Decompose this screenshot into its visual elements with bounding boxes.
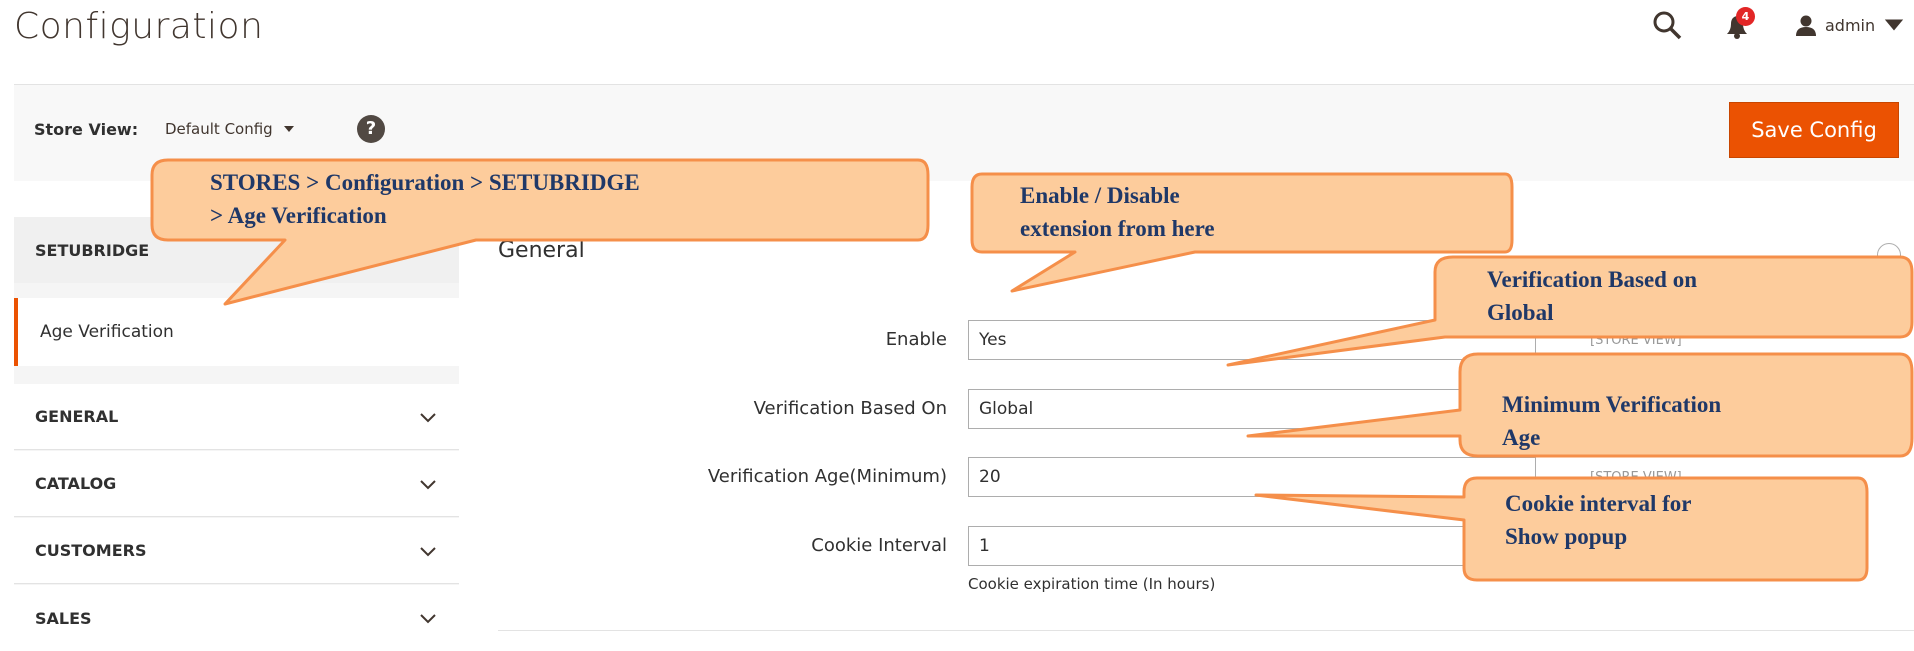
callout-cookie-line-2: Show popup	[1505, 524, 1628, 549]
callout-cookie-line-1: Cookie interval for	[1505, 491, 1692, 516]
callout-based-on-line-1: Verification Based on	[1487, 267, 1697, 292]
callout-min-age: Minimum Verification Age	[1502, 388, 1721, 454]
callout-min-age-line-2: Age	[1502, 425, 1541, 450]
callout-enable-line-2: extension from here	[1020, 216, 1215, 241]
callout-path-line-1: STORES > Configuration > SETUBRIDGE	[210, 170, 640, 195]
callout-cookie: Cookie interval for Show popup	[1505, 487, 1692, 553]
callout-enable-line-1: Enable / Disable	[1020, 183, 1180, 208]
callout-path: STORES > Configuration > SETUBRIDGE > Ag…	[210, 166, 640, 232]
callout-based-on: Verification Based on Global	[1487, 263, 1697, 329]
callout-based-on-line-2: Global	[1487, 300, 1554, 325]
callout-path-line-2: > Age Verification	[210, 203, 387, 228]
callout-enable: Enable / Disable extension from here	[1020, 179, 1215, 245]
callout-min-age-line-1: Minimum Verification	[1502, 392, 1722, 417]
